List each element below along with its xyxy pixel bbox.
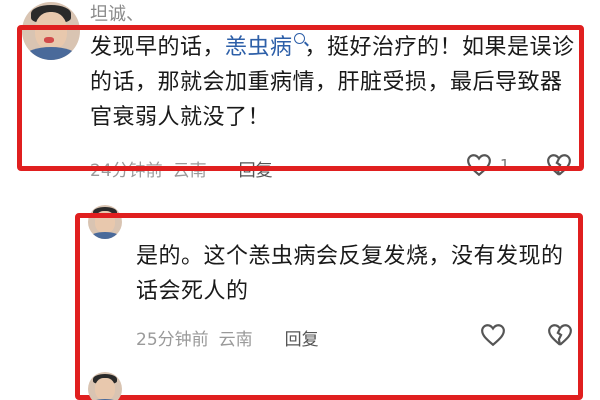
reply-button[interactable]: 回复 bbox=[239, 156, 273, 181]
avatar[interactable] bbox=[22, 2, 80, 60]
broken-heart-icon bbox=[548, 324, 572, 346]
avatar[interactable] bbox=[88, 205, 122, 239]
comment-meta: 25分钟前 云南 回复 bbox=[136, 325, 319, 350]
reply-button[interactable]: 回复 bbox=[285, 325, 319, 350]
comment-time: 25分钟前 bbox=[136, 330, 209, 350]
dislike-button[interactable] bbox=[547, 323, 573, 347]
keyword-link[interactable]: 恙虫病 bbox=[225, 35, 293, 60]
broken-heart-icon bbox=[547, 154, 571, 176]
like-button[interactable] bbox=[480, 323, 506, 347]
comment-text: 是的。这个恙虫病会反复发烧，没有发现的话会死人的 bbox=[136, 244, 564, 304]
heart-icon bbox=[467, 154, 491, 177]
comment-location: 云南 bbox=[218, 330, 253, 350]
like-button[interactable] bbox=[466, 153, 492, 177]
comment-text: 发现早的话，恙虫病 ，挺好治疗的！如果是误诊的话，那就会加重病情，肝脏受损，最后导… bbox=[90, 30, 580, 135]
dislike-button[interactable] bbox=[546, 153, 572, 177]
comment-meta: 24分钟前 云南 回复 bbox=[90, 156, 273, 181]
like-count: 1 bbox=[500, 156, 510, 174]
comment-time: 24分钟前 bbox=[90, 161, 163, 181]
search-icon[interactable] bbox=[293, 33, 305, 44]
comment-location: 云南 bbox=[172, 161, 207, 181]
comment-text-part: 发现早的话， bbox=[90, 35, 226, 60]
avatar[interactable] bbox=[88, 372, 122, 400]
heart-icon bbox=[481, 324, 505, 347]
username[interactable]: 坦诚、 bbox=[90, 0, 144, 26]
